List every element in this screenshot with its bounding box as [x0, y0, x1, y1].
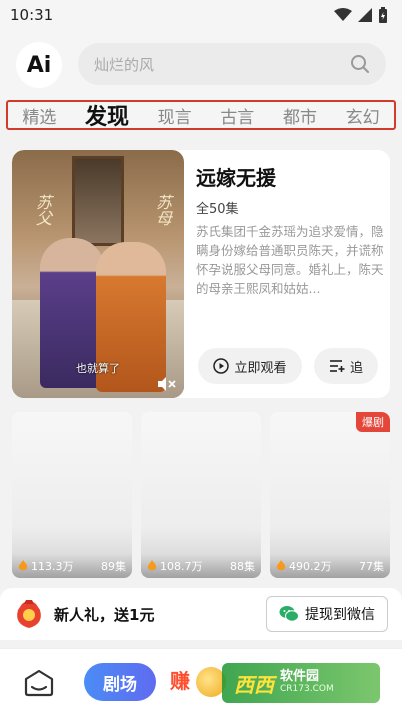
mute-icon[interactable]	[156, 376, 176, 392]
add-list-icon	[329, 360, 345, 372]
bottom-nav: 剧场 赚 西西 软件园 CR173.COM	[0, 648, 402, 715]
drama-synopsis: 苏氏集团千金苏瑶为追求爱情，隐瞒身份嫁给普通职员陈天，并谎称怀孕说服父母同意。婚…	[196, 224, 384, 296]
card-views: 113.3万	[18, 558, 74, 574]
watermark-url: CR173.COM	[280, 684, 334, 694]
card-meta: 108.7万 88集	[141, 554, 261, 578]
fire-icon	[276, 560, 286, 571]
drama-card[interactable]: 爆剧 490.2万 77集	[270, 412, 390, 578]
watermark-name: 软件园	[280, 669, 320, 684]
card-views-value: 490.2万	[289, 560, 332, 573]
tab-xianyan[interactable]: 现言	[158, 103, 192, 128]
tab-dushi[interactable]: 都市	[283, 103, 317, 128]
battery-icon	[379, 7, 387, 23]
fire-icon	[147, 560, 157, 571]
status-time: 10:31	[10, 6, 54, 24]
withdraw-label: 提现到微信	[305, 607, 375, 623]
follow-label: 追	[349, 360, 363, 376]
card-episodes: 88集	[230, 560, 255, 573]
app-header: Ai 灿烂的风	[0, 30, 402, 100]
status-bar: 10:31	[0, 0, 402, 30]
featured-poster[interactable]: 苏父 苏母 也就算了	[12, 150, 184, 398]
card-views: 490.2万	[276, 558, 332, 574]
poster-subtitle: 也就算了	[76, 362, 120, 375]
search-placeholder[interactable]: 灿烂的风	[94, 54, 350, 75]
hot-badge: 爆剧	[356, 412, 390, 432]
category-tabs: 精选 发现 现言 古言 都市 玄幻	[6, 100, 396, 130]
card-views-value: 108.7万	[160, 560, 203, 573]
featured-info: 远嫁无援 全50集 苏氏集团千金苏瑶为追求爱情，隐瞒身份嫁给普通职员陈天，并谎称…	[196, 150, 390, 398]
drama-grid: 113.3万 89集 108.7万 88集 爆剧 490.2万 77集	[12, 412, 390, 580]
tab-jingxuan[interactable]: 精选	[22, 103, 56, 128]
nav-earn-tab[interactable]: 赚	[170, 665, 190, 694]
poster-window	[72, 156, 124, 246]
drama-title[interactable]: 远嫁无援	[196, 162, 276, 191]
nav-theater-tab[interactable]: 剧场	[84, 663, 156, 701]
play-icon	[213, 358, 230, 374]
drama-card[interactable]: 108.7万 88集	[141, 412, 261, 578]
watermark-side: 软件园 CR173.COM	[280, 670, 334, 696]
search-bar[interactable]: 灿烂的风	[78, 43, 386, 85]
card-meta: 113.3万 89集	[12, 554, 132, 578]
new-user-promo: 新人礼，送1元 提现到微信	[0, 588, 402, 640]
card-episodes: 77集	[359, 560, 384, 573]
withdraw-wechat-button[interactable]: 提现到微信	[266, 596, 388, 632]
wifi-icon	[334, 8, 352, 21]
watermark-main: 西西	[234, 672, 274, 697]
home-icon[interactable]	[22, 667, 56, 697]
tab-guyan[interactable]: 古言	[220, 103, 254, 128]
watch-now-button[interactable]: 立即观看	[198, 348, 302, 384]
episode-count: 全50集	[196, 202, 239, 217]
card-views-value: 113.3万	[31, 560, 74, 573]
wechat-icon	[279, 606, 299, 622]
card-episodes: 89集	[101, 560, 126, 573]
drama-card[interactable]: 113.3万 89集	[12, 412, 132, 578]
poster-label-right: 苏母	[153, 194, 172, 226]
follow-button[interactable]: 追	[314, 348, 378, 384]
card-views: 108.7万	[147, 558, 203, 574]
site-watermark: 西西 软件园 CR173.COM	[222, 663, 380, 703]
featured-drama-card[interactable]: 苏父 苏母 也就算了 远嫁无援 全50集 苏氏集团千金苏瑶为追求爱情，隐瞒身份嫁…	[12, 150, 390, 398]
poster-label-left: 苏父	[33, 194, 52, 226]
tab-faxian[interactable]: 发现	[85, 99, 129, 131]
promo-text: 新人礼，送1元	[54, 605, 155, 624]
search-icon[interactable]	[350, 54, 370, 74]
tab-xuanhuan[interactable]: 玄幻	[346, 103, 380, 128]
red-envelope-icon	[17, 600, 41, 628]
fire-icon	[18, 560, 28, 571]
app-logo[interactable]: Ai	[16, 42, 62, 88]
status-icons	[334, 7, 388, 23]
card-meta: 490.2万 77集	[270, 554, 390, 578]
watch-now-label: 立即观看	[234, 360, 287, 376]
signal-icon	[358, 8, 372, 22]
